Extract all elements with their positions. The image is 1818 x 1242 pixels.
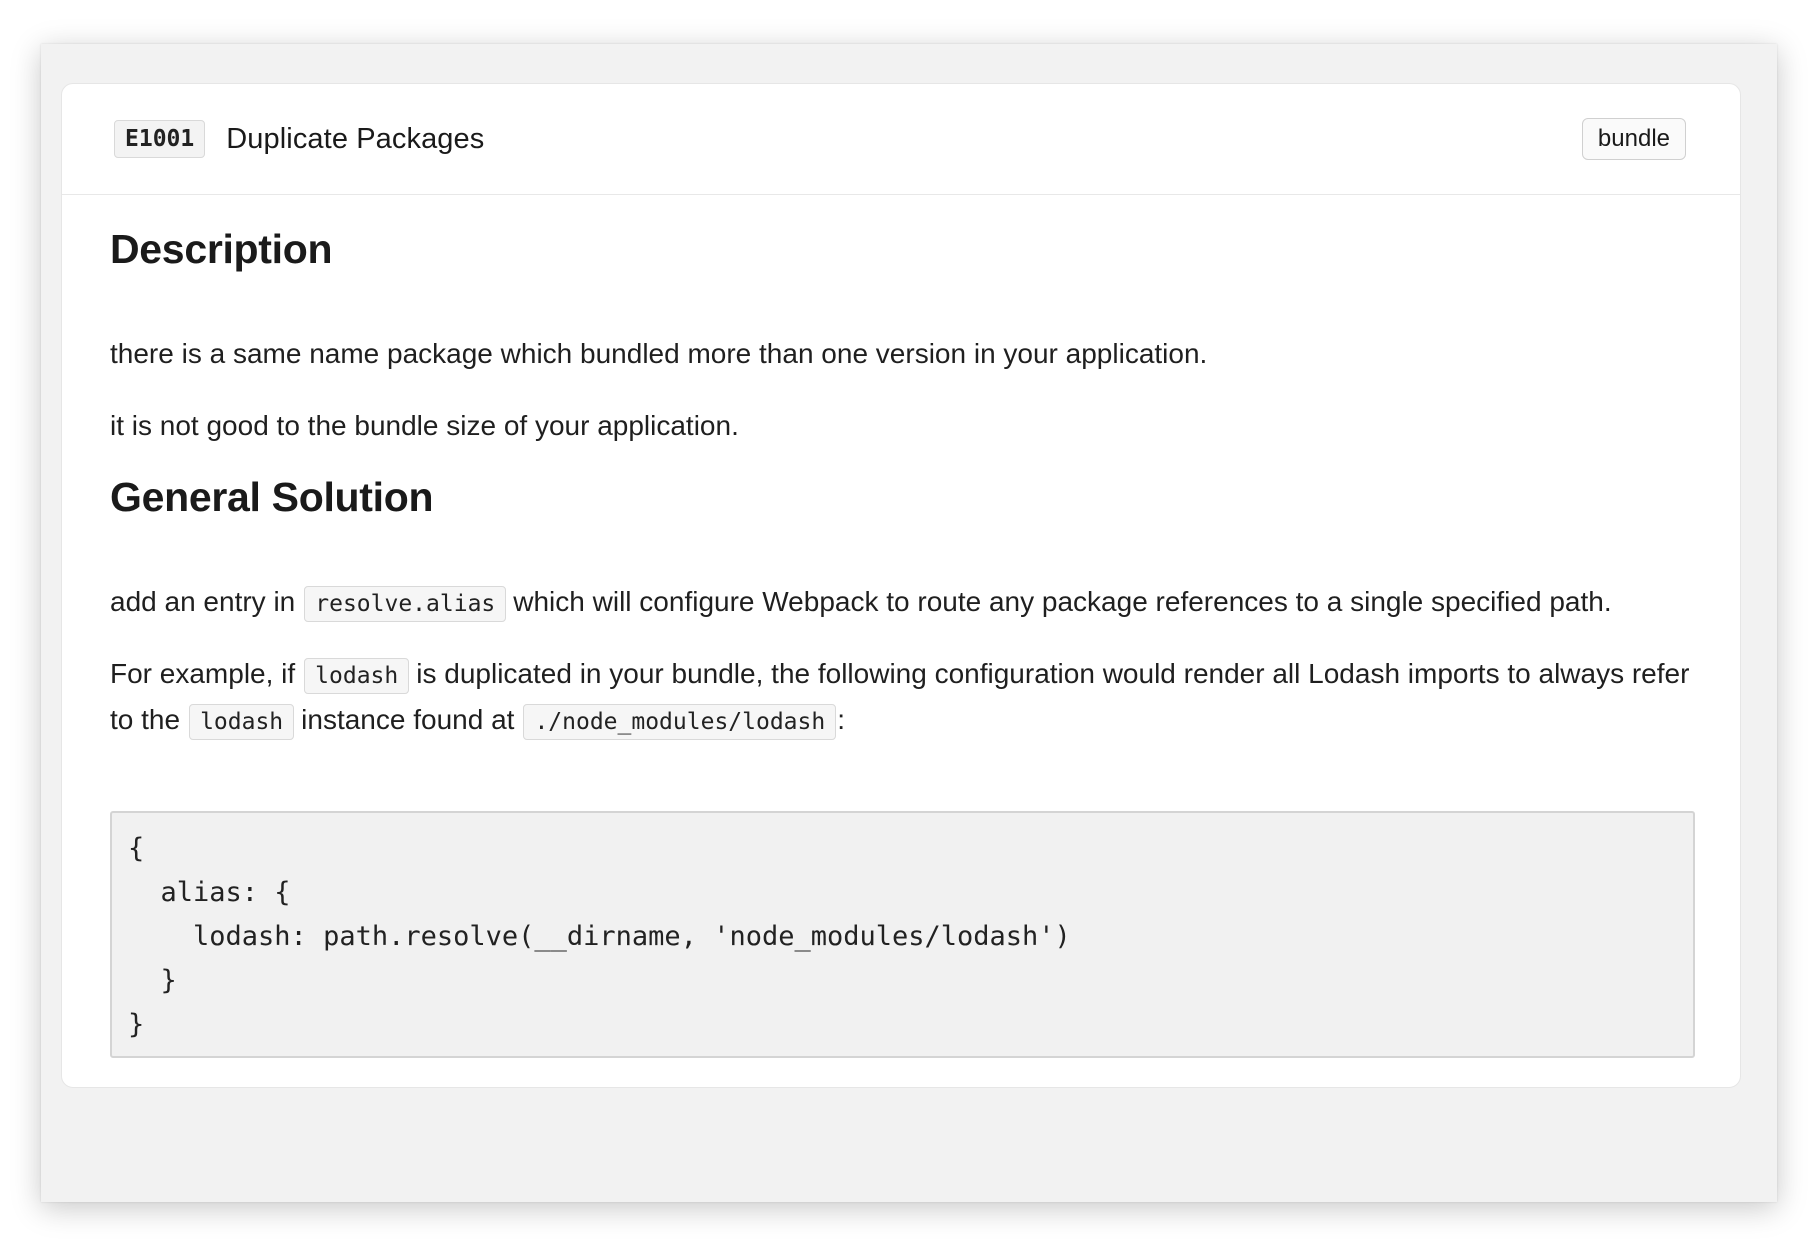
inline-code: ./node_modules/lodash — [523, 704, 837, 740]
app-window: E1001 Duplicate Packages bundle Descript… — [41, 44, 1777, 1202]
screenshot-background: E1001 Duplicate Packages bundle Descript… — [0, 0, 1818, 1242]
inline-code: lodash — [189, 704, 295, 740]
text-segment: For example, if — [110, 658, 296, 689]
description-paragraph-2: it is not good to the bundle size of you… — [110, 410, 739, 441]
card-title: Duplicate Packages — [226, 122, 485, 155]
text-segment: instance found at — [301, 704, 515, 735]
general-solution-heading: General Solution — [110, 474, 434, 520]
code-line: } — [128, 965, 177, 996]
code-line: } — [128, 1009, 145, 1040]
inline-code: resolve.alias — [304, 586, 507, 622]
text-segment: which will configure Webpack to route an… — [513, 586, 1612, 617]
code-line: alias: { — [128, 877, 291, 908]
code-line: { — [128, 833, 145, 864]
error-card: E1001 Duplicate Packages bundle Descript… — [61, 83, 1741, 1088]
card-header: E1001 Duplicate Packages bundle — [62, 84, 1740, 195]
description-paragraph-1: there is a same name package which bundl… — [110, 338, 1208, 369]
code-block: { alias: { lodash: path.resolve(__dirnam… — [110, 811, 1695, 1058]
code-line: lodash: path.resolve(__dirname, 'node_mo… — [128, 921, 1071, 952]
inline-code: lodash — [304, 658, 410, 694]
solution-paragraph-1: add an entry in resolve.alias which will c… — [110, 580, 1612, 626]
error-code-badge: E1001 — [114, 120, 206, 158]
text-segment: add an entry in — [110, 586, 296, 617]
text-segment: : — [837, 704, 846, 735]
solution-paragraph-2: For example, if lodash is duplicated in yo… — [110, 652, 1710, 744]
description-heading: Description — [110, 226, 333, 272]
category-tag[interactable]: bundle — [1581, 118, 1686, 160]
